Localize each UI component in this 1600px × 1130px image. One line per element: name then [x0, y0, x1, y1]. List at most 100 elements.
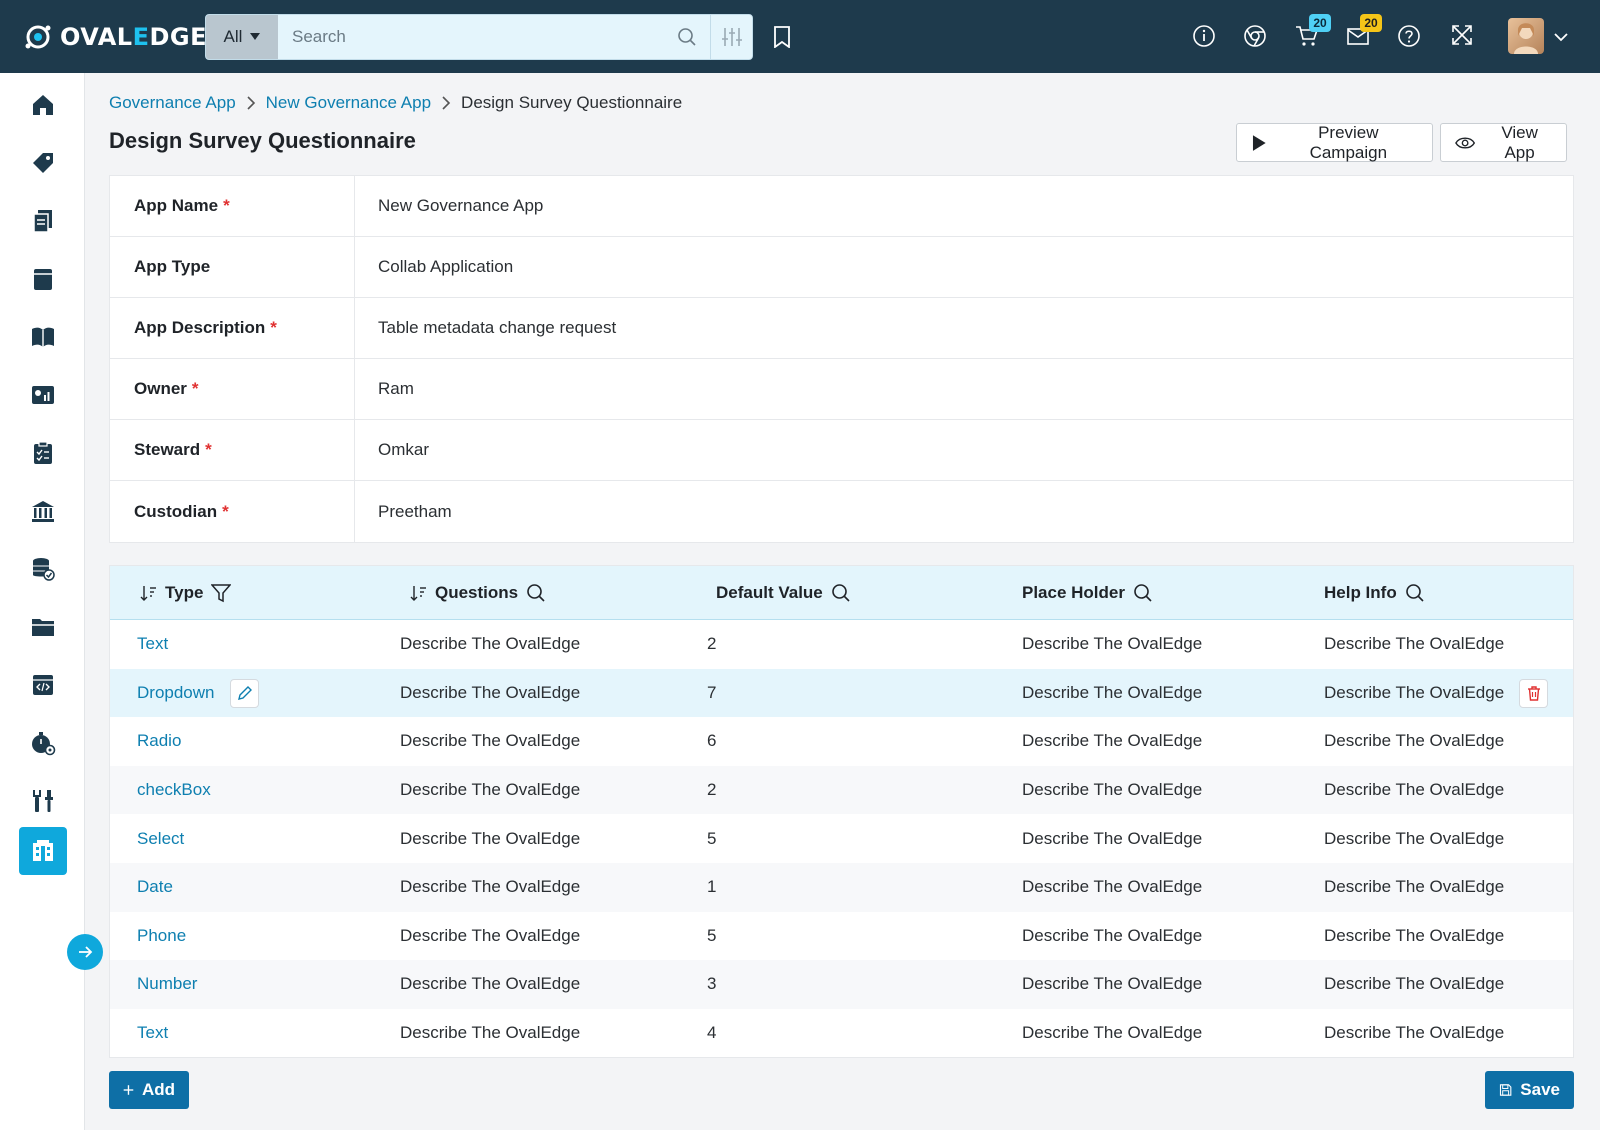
detail-label-text: Steward	[134, 440, 201, 459]
code-icon	[33, 675, 53, 695]
cart-button[interactable]: 20	[1295, 14, 1331, 53]
cell-type[interactable]: Select	[137, 814, 184, 863]
table-row[interactable]: Phone Describe The OvalEdge 5 Describe The …	[110, 912, 1573, 961]
sidebar-expand-button[interactable]	[67, 934, 103, 970]
column-label-questions: Questions	[435, 583, 519, 602]
sidebar-item-glossary[interactable]	[19, 313, 67, 361]
cell-default-value: 7	[707, 682, 717, 702]
delete-row-button[interactable]	[1519, 678, 1548, 708]
breadcrumb-new-governance-app[interactable]: New Governance App	[266, 93, 431, 113]
cell-question: Describe The OvalEdge	[400, 634, 581, 654]
logo-text: OVALEDGE	[60, 23, 207, 51]
table-row[interactable]: Text Describe The OvalEdge 4 Describe The O…	[110, 1009, 1573, 1058]
table-row[interactable]: Select Describe The OvalEdge 5 Describe The…	[110, 814, 1573, 863]
fullscreen-button[interactable]	[1451, 24, 1473, 51]
play-icon	[1252, 134, 1266, 151]
sidebar-item-reports[interactable]	[19, 371, 67, 419]
add-question-button[interactable]: Add	[109, 1071, 189, 1109]
sidebar-item-files[interactable]	[19, 603, 67, 651]
detail-value[interactable]: New Governance App	[355, 176, 1573, 236]
advanced-filter-button[interactable]	[710, 15, 752, 59]
user-menu-toggle[interactable]	[1553, 30, 1569, 48]
reports-icon	[32, 386, 54, 404]
sidebar-item-documents[interactable]	[19, 197, 67, 245]
preview-campaign-button[interactable]: Preview Campaign	[1236, 123, 1433, 162]
sidebar-item-governance-apps[interactable]	[19, 827, 67, 875]
chrome-extension-button[interactable]	[1243, 24, 1267, 53]
sidebar-item-jobs[interactable]	[19, 719, 67, 767]
detail-value[interactable]: Omkar	[355, 420, 1573, 480]
cell-default-value: 5	[707, 828, 717, 848]
ovaledge-logo[interactable]: OVALEDGE	[22, 20, 207, 54]
cell-question: Describe The OvalEdge	[400, 877, 581, 897]
help-icon	[1398, 25, 1420, 47]
search-category-dropdown[interactable]: All	[206, 15, 278, 59]
mail-button[interactable]: 20	[1346, 14, 1382, 53]
search-icon[interactable]	[1133, 583, 1153, 603]
required-asterisk: *	[222, 501, 229, 521]
detail-value[interactable]: Table metadata change request	[355, 298, 1573, 358]
cell-type[interactable]: Number	[137, 960, 197, 1009]
detail-value[interactable]: Preetham	[355, 481, 1573, 542]
column-header-default-value[interactable]: Default Value	[716, 566, 851, 620]
table-row[interactable]: Radio Describe The OvalEdge 6 Describe The …	[110, 717, 1573, 766]
cell-type[interactable]: Phone	[137, 912, 186, 961]
cell-type[interactable]: Date	[137, 863, 173, 912]
left-sidebar	[0, 73, 85, 1130]
filter-icon[interactable]	[211, 583, 232, 603]
sidebar-item-catalog[interactable]	[19, 255, 67, 303]
detail-row: Custodian * Preetham	[110, 481, 1573, 542]
cell-place-holder: Describe The OvalEdge	[1022, 974, 1203, 994]
search-button[interactable]	[664, 15, 710, 59]
detail-label: Custodian *	[110, 481, 355, 542]
edit-row-button[interactable]	[230, 678, 259, 708]
column-header-help-info[interactable]: Help Info	[1324, 566, 1425, 620]
column-header-place-holder[interactable]: Place Holder	[1022, 566, 1153, 620]
search-icon[interactable]	[831, 583, 851, 603]
sidebar-item-tasks[interactable]	[19, 429, 67, 477]
cell-type[interactable]: Text	[137, 620, 168, 669]
mail-count-badge: 20	[1360, 14, 1382, 32]
folder-icon	[32, 619, 54, 636]
column-header-questions[interactable]: Questions	[409, 566, 546, 620]
detail-label: App Type	[110, 237, 355, 297]
table-row[interactable]: Number Describe The OvalEdge 3 Describe The…	[110, 960, 1573, 1009]
cell-type[interactable]: Radio	[137, 717, 181, 766]
sidebar-item-home[interactable]	[19, 81, 67, 129]
view-app-button[interactable]: View App	[1440, 123, 1567, 162]
save-button[interactable]: Save	[1485, 1071, 1574, 1109]
sidebar-item-query-sheet[interactable]	[19, 661, 67, 709]
help-button[interactable]	[1397, 24, 1421, 53]
bookmark-button[interactable]	[773, 26, 791, 53]
search-icon[interactable]	[1405, 583, 1425, 603]
pencil-icon	[237, 686, 252, 701]
table-row[interactable]: Date Describe The OvalEdge 1 Describe The O…	[110, 862, 1573, 912]
detail-label-text: App Name	[134, 196, 219, 215]
column-header-type[interactable]: Type	[139, 566, 232, 620]
column-label-type: Type	[165, 583, 204, 602]
cell-question: Describe The OvalEdge	[400, 1023, 581, 1043]
glossary-icon	[32, 327, 54, 347]
breadcrumb-governance-app[interactable]: Governance App	[109, 93, 236, 113]
table-row[interactable]: Dropdown Describe The OvalEdge 7 Describe T…	[110, 668, 1573, 718]
cell-question: Describe The OvalEdge	[400, 974, 581, 994]
sidebar-item-admin-tools[interactable]	[19, 777, 67, 825]
cell-type[interactable]: Text	[137, 1009, 168, 1058]
user-avatar[interactable]	[1508, 18, 1544, 54]
column-label-place-holder: Place Holder	[1022, 583, 1125, 602]
sidebar-item-governance[interactable]	[19, 487, 67, 535]
home-icon	[33, 95, 53, 115]
sidebar-item-tags[interactable]	[19, 139, 67, 187]
search-icon[interactable]	[526, 583, 546, 603]
detail-value[interactable]: Collab Application	[355, 237, 1573, 297]
cell-help-info: Describe The OvalEdge	[1324, 634, 1505, 654]
cell-type[interactable]: Dropdown	[137, 669, 215, 718]
bank-icon	[32, 501, 54, 522]
table-row[interactable]: checkBox Describe The OvalEdge 2 Describe T…	[110, 765, 1573, 815]
cell-type[interactable]: checkBox	[137, 766, 211, 815]
detail-value[interactable]: Ram	[355, 359, 1573, 419]
table-row[interactable]: Text Describe The OvalEdge 2 Describe The O…	[110, 620, 1573, 669]
sidebar-item-data-quality[interactable]	[19, 545, 67, 593]
info-button[interactable]	[1192, 24, 1216, 53]
search-input[interactable]	[278, 15, 664, 59]
